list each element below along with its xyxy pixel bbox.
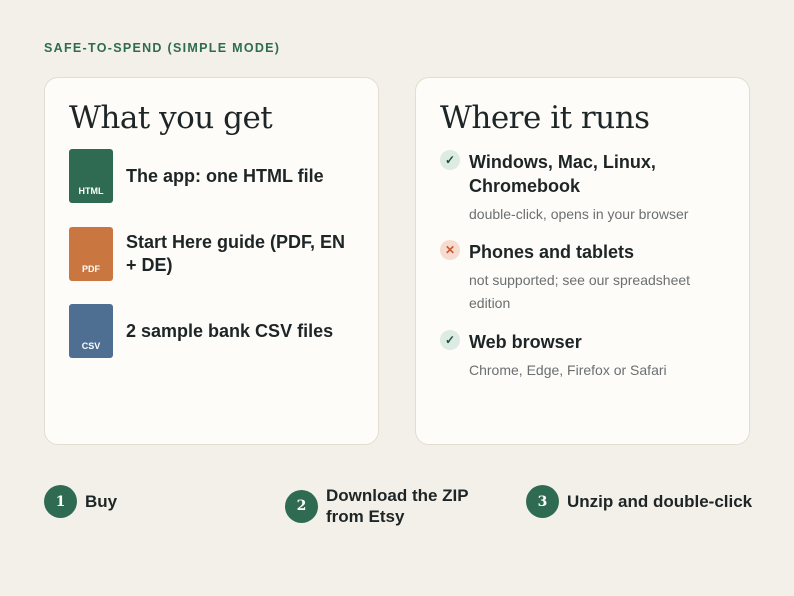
check-icon: ✓ — [440, 150, 460, 170]
platform-subtitle: Chrome, Edge, Firefox or Safari — [469, 362, 667, 378]
file-type-label: CSV — [81, 341, 101, 351]
platform-title: Web browser — [469, 332, 582, 352]
platform-item-mobile: ✕ Phones and tablets not supported; see … — [440, 240, 731, 315]
file-item-label: The app: one HTML file — [126, 165, 324, 186]
section-eyebrow: SAFE-TO-SPEND (SIMPLE MODE) — [44, 41, 281, 55]
where-it-runs-card: Where it runs ✓ Windows, Mac, Linux, Chr… — [415, 77, 750, 445]
file-type-label: PDF — [82, 264, 100, 274]
step-unzip: 3 Unzip and double-click — [526, 485, 766, 518]
file-item-label: Start Here guide (PDF, EN + DE) — [126, 232, 346, 275]
platform-item-desktop: ✓ Windows, Mac, Linux, Chromebook double… — [440, 150, 731, 226]
where-it-runs-title: Where it runs — [440, 100, 650, 136]
step-label: Unzip and double-click — [567, 492, 753, 511]
step-label: Download the ZIP from Etsy — [326, 486, 469, 526]
check-icon: ✓ — [440, 330, 460, 350]
file-item-csv: CSV 2 sample bank CSV files — [69, 304, 358, 358]
pdf-file-icon: PDF — [69, 227, 113, 281]
file-item-html: HTML The app: one HTML file — [69, 149, 358, 203]
cross-icon: ✕ — [440, 240, 460, 260]
platform-item-browser: ✓ Web browser Chrome, Edge, Firefox or S… — [440, 330, 731, 382]
platform-subtitle: double-click, opens in your browser — [469, 206, 689, 222]
file-type-label: HTML — [78, 186, 104, 196]
platform-title: Phones and tablets — [469, 242, 635, 262]
file-item-label: 2 sample bank CSV files — [126, 320, 334, 341]
step-label: Buy — [85, 492, 118, 511]
html-file-icon: HTML — [69, 149, 113, 203]
step-download: 2 Download the ZIP from Etsy — [285, 485, 510, 527]
platform-subtitle: not supported; see our spreadsheet editi… — [469, 272, 691, 311]
step-number-badge: 3 — [526, 485, 559, 518]
what-you-get-title: What you get — [69, 100, 273, 136]
csv-file-icon: CSV — [69, 304, 113, 358]
step-buy: 1 Buy — [44, 485, 244, 518]
file-item-pdf: PDF Start Here guide (PDF, EN + DE) — [69, 227, 358, 281]
platform-title: Windows, Mac, Linux, Chromebook — [469, 152, 656, 196]
step-number-badge: 2 — [285, 489, 318, 523]
what-you-get-card: What you get HTML The app: one HTML file… — [44, 77, 379, 445]
step-number-badge: 1 — [44, 485, 77, 518]
